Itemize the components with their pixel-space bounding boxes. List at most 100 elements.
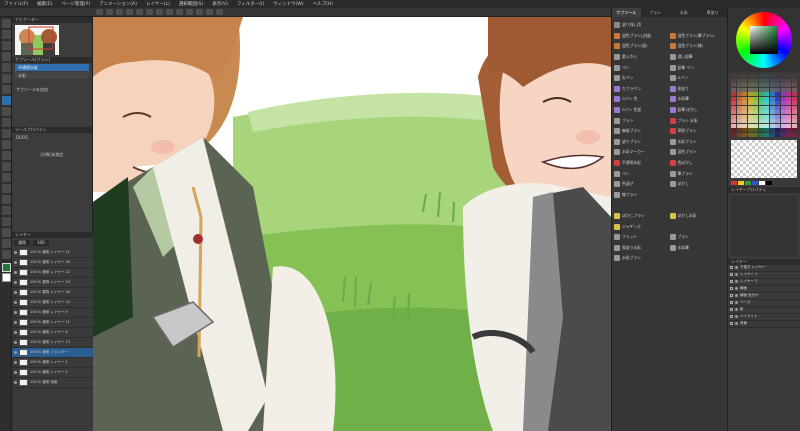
- palette-swatch[interactable]: [753, 110, 758, 114]
- palette-swatch[interactable]: [780, 101, 786, 105]
- palette-swatch[interactable]: [753, 132, 758, 137]
- airbrush-tool-icon[interactable]: [1, 129, 11, 138]
- palette-swatch[interactable]: [769, 119, 775, 123]
- color-swatch[interactable]: [766, 180, 772, 185]
- undo-icon[interactable]: [126, 9, 133, 15]
- brush-item[interactable]: 混色ブラシ: [669, 149, 726, 156]
- brush-item[interactable]: ブラシ: [669, 234, 726, 241]
- tab-brush[interactable]: ブラシ: [641, 8, 670, 17]
- palette-swatch[interactable]: [775, 123, 780, 128]
- palette-swatch[interactable]: [769, 105, 775, 110]
- menu-page[interactable]: ページ管理(P): [61, 1, 90, 7]
- new-icon[interactable]: [96, 9, 103, 15]
- checkbox-icon[interactable]: [730, 294, 733, 297]
- palette-swatch[interactable]: [747, 110, 753, 114]
- checkbox-icon[interactable]: [730, 315, 733, 318]
- eye-icon[interactable]: [735, 294, 738, 297]
- right-layer-row[interactable]: 背景: [728, 321, 800, 328]
- eye-icon[interactable]: [14, 381, 17, 384]
- pencil-tool-icon[interactable]: [1, 118, 11, 127]
- palette-swatch[interactable]: [742, 83, 747, 87]
- layer-row[interactable]: 100 % 通常 レイヤー 10: [12, 298, 93, 308]
- layer-row[interactable]: 100 % 通常 レイヤー 11: [12, 318, 93, 328]
- eye-icon[interactable]: [14, 251, 17, 254]
- palette-swatch[interactable]: [775, 110, 780, 114]
- palette-swatch[interactable]: [775, 119, 780, 123]
- palette-swatch[interactable]: [791, 101, 797, 105]
- brush-item[interactable]: 不透明水彩: [614, 160, 670, 167]
- palette-swatch[interactable]: [753, 83, 758, 87]
- palette-swatch[interactable]: [736, 96, 742, 101]
- main-color-swatch[interactable]: [1, 263, 11, 272]
- palette-swatch[interactable]: [775, 101, 780, 105]
- color-swatch[interactable]: [738, 180, 744, 185]
- palette-swatch[interactable]: [786, 92, 791, 96]
- palette-swatch[interactable]: [731, 114, 736, 119]
- palette-swatch[interactable]: [731, 83, 736, 87]
- brush-item[interactable]: 色ぼかし: [669, 160, 726, 167]
- palette-swatch[interactable]: [764, 83, 769, 87]
- palette-swatch[interactable]: [742, 132, 747, 137]
- palette-swatch[interactable]: [753, 101, 758, 105]
- brush-item[interactable]: 色混ぜ: [614, 181, 670, 188]
- brush-item[interactable]: 混色ブラシ(筆ブラシ): [669, 32, 726, 39]
- palette-swatch[interactable]: [780, 78, 786, 83]
- palette-swatch[interactable]: [786, 101, 791, 105]
- palette-swatch[interactable]: [731, 105, 736, 110]
- palette-swatch[interactable]: [736, 78, 742, 83]
- palette-swatch[interactable]: [758, 96, 764, 101]
- navigator-thumbnail[interactable]: [15, 25, 59, 55]
- palette-swatch[interactable]: [747, 132, 753, 137]
- palette-swatch[interactable]: [753, 92, 758, 96]
- brush-item[interactable]: ブラシ: [614, 117, 670, 124]
- palette-swatch[interactable]: [775, 96, 780, 101]
- color-swatch[interactable]: [752, 180, 758, 185]
- palette-swatch[interactable]: [769, 101, 775, 105]
- brush-item[interactable]: ぼかし: [669, 181, 726, 188]
- eye-icon[interactable]: [14, 361, 17, 364]
- brush-item[interactable]: 濃い鉛筆: [669, 54, 726, 61]
- palette-swatch[interactable]: [736, 92, 742, 96]
- palette-swatch[interactable]: [758, 101, 764, 105]
- palette-swatch[interactable]: [736, 119, 742, 123]
- palette-swatch[interactable]: [780, 87, 786, 92]
- palette-swatch[interactable]: [791, 92, 797, 96]
- brush-item[interactable]: 鉛筆 ぼかし: [669, 107, 726, 114]
- palette-swatch[interactable]: [742, 101, 747, 105]
- palette-swatch[interactable]: [775, 92, 780, 96]
- palette-swatch[interactable]: [780, 128, 786, 132]
- brush-item[interactable]: Gペン: [669, 75, 726, 82]
- checkbox-icon[interactable]: [730, 322, 733, 325]
- palette-swatch[interactable]: [775, 114, 780, 119]
- right-layer-row[interactable]: ハイライト: [728, 314, 800, 321]
- blend-mode-select[interactable]: 通常: [14, 240, 30, 246]
- palette-swatch[interactable]: [742, 74, 747, 78]
- subtool-item-opaque-watercolor[interactable]: 不透明水彩: [15, 64, 89, 71]
- right-layer-row[interactable]: 線画 色分け: [728, 293, 800, 300]
- palette-swatch[interactable]: [780, 92, 786, 96]
- grid-icon[interactable]: [206, 9, 213, 15]
- eye-icon[interactable]: [735, 308, 738, 311]
- palette-swatch[interactable]: [769, 123, 775, 128]
- palette-swatch[interactable]: [731, 119, 736, 123]
- palette-swatch[interactable]: [747, 101, 753, 105]
- brush-item[interactable]: 塗りブラシ: [614, 138, 670, 145]
- eyedropper-icon[interactable]: [1, 85, 11, 94]
- operation-tool-icon[interactable]: [1, 41, 11, 50]
- palette-swatch[interactable]: [753, 87, 758, 92]
- menu-view[interactable]: 表示(V): [212, 1, 228, 7]
- brush-item[interactable]: 混色ブラシ(点描): [614, 32, 670, 39]
- layer-row[interactable]: 100 % 通常 レイヤー 22: [12, 268, 93, 278]
- layer-row[interactable]: 100 % 通常 レイヤー 1: [12, 358, 93, 368]
- palette-swatch[interactable]: [758, 74, 764, 78]
- deselect-icon[interactable]: [166, 9, 173, 15]
- palette-swatch[interactable]: [753, 114, 758, 119]
- palette-swatch[interactable]: [736, 74, 742, 78]
- palette-swatch[interactable]: [753, 96, 758, 101]
- brush-item[interactable]: 水彩ブラシ: [669, 138, 726, 145]
- palette-swatch[interactable]: [731, 96, 736, 101]
- brush-item[interactable]: 水彩ブラシ: [614, 255, 670, 262]
- brush-item[interactable]: カブラペン: [614, 85, 670, 92]
- eye-icon[interactable]: [14, 351, 17, 354]
- correct-line-icon[interactable]: [1, 250, 11, 259]
